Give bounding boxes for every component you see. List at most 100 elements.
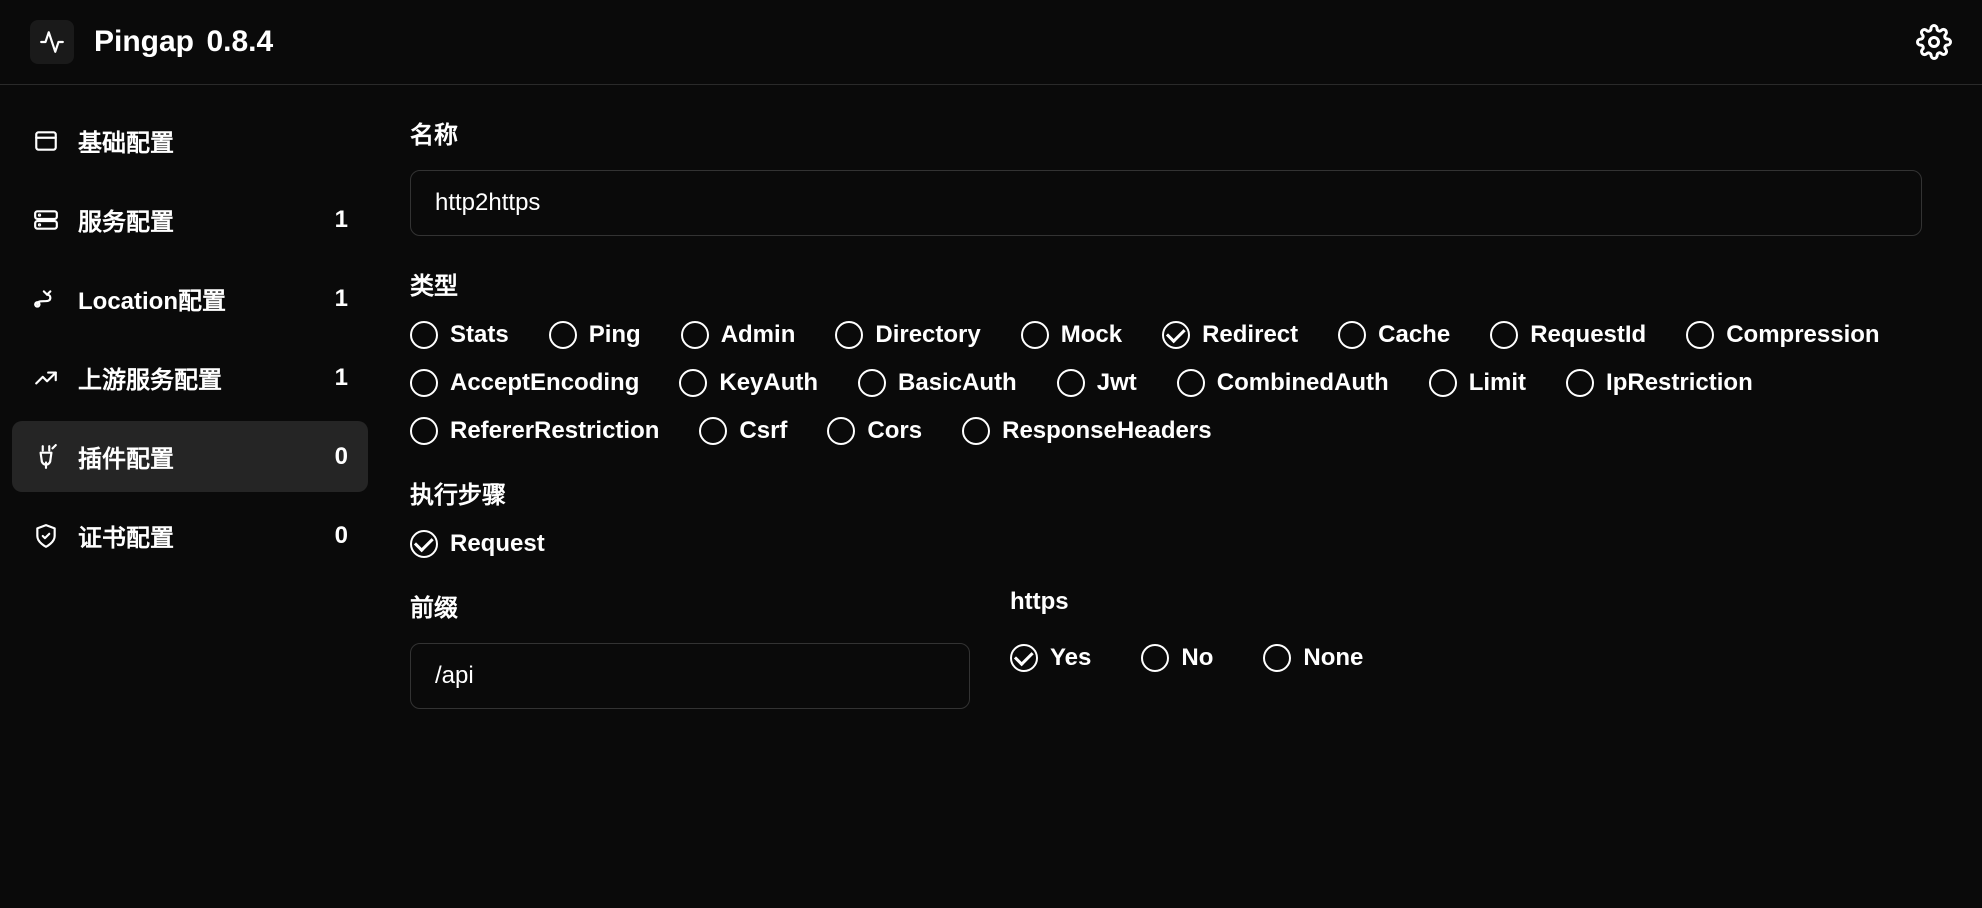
type-option[interactable]: Admin bbox=[681, 321, 796, 349]
sidebar-item-cert[interactable]: 证书配置 0 bbox=[12, 500, 368, 571]
activity-icon bbox=[39, 29, 65, 55]
radio-circle-icon bbox=[1263, 644, 1291, 672]
app-title-wrap: Pingap 0.8.4 bbox=[94, 25, 273, 59]
type-option-label: Jwt bbox=[1097, 369, 1137, 397]
type-option[interactable]: CombinedAuth bbox=[1177, 369, 1389, 397]
type-option[interactable]: Jwt bbox=[1057, 369, 1137, 397]
field-step: 执行步骤 Request bbox=[410, 475, 1922, 558]
radio-circle-icon bbox=[1429, 369, 1457, 397]
radio-circle-icon bbox=[1057, 369, 1085, 397]
type-option-label: IpRestriction bbox=[1606, 369, 1753, 397]
type-option-label: Stats bbox=[450, 321, 509, 349]
type-option-label: BasicAuth bbox=[898, 369, 1017, 397]
prefix-input[interactable] bbox=[410, 643, 970, 709]
sidebar-item-label: Location配置 bbox=[78, 281, 226, 316]
name-input[interactable] bbox=[410, 170, 1922, 236]
https-option-label: No bbox=[1181, 644, 1213, 672]
radio-circle-icon bbox=[1010, 644, 1038, 672]
type-option[interactable]: AcceptEncoding bbox=[410, 369, 639, 397]
type-option[interactable]: Cors bbox=[827, 417, 922, 445]
sidebar-item-label: 基础配置 bbox=[78, 123, 174, 158]
type-option-label: Cache bbox=[1378, 321, 1450, 349]
step-label: 执行步骤 bbox=[410, 475, 1922, 510]
https-option[interactable]: No bbox=[1141, 644, 1213, 672]
type-option[interactable]: Redirect bbox=[1162, 321, 1298, 349]
sidebar-item-label: 服务配置 bbox=[78, 202, 174, 237]
radio-circle-icon bbox=[858, 369, 886, 397]
header-left: Pingap 0.8.4 bbox=[30, 20, 273, 64]
type-option-label: KeyAuth bbox=[719, 369, 818, 397]
type-option[interactable]: ResponseHeaders bbox=[962, 417, 1211, 445]
radio-circle-icon bbox=[1162, 321, 1190, 349]
sidebar-item-service[interactable]: 服务配置 1 bbox=[12, 184, 368, 255]
type-option[interactable]: KeyAuth bbox=[679, 369, 818, 397]
radio-circle-icon bbox=[1177, 369, 1205, 397]
radio-circle-icon bbox=[827, 417, 855, 445]
type-option-label: Redirect bbox=[1202, 321, 1298, 349]
gear-icon bbox=[1916, 24, 1952, 60]
plug-icon bbox=[32, 443, 60, 471]
https-option[interactable]: Yes bbox=[1010, 644, 1091, 672]
type-option[interactable]: Directory bbox=[835, 321, 980, 349]
type-option-label: RequestId bbox=[1530, 321, 1646, 349]
https-label: https bbox=[1010, 588, 1922, 616]
type-label: 类型 bbox=[410, 266, 1922, 301]
type-option-label: Cors bbox=[867, 417, 922, 445]
radio-circle-icon bbox=[1566, 369, 1594, 397]
field-prefix: 前缀 bbox=[410, 588, 970, 709]
type-option[interactable]: RefererRestriction bbox=[410, 417, 659, 445]
radio-circle-icon bbox=[549, 321, 577, 349]
step-radio-group: Request bbox=[410, 530, 1922, 558]
sidebar-item-count: 1 bbox=[335, 206, 348, 234]
sidebar: 基础配置 服务配置 1 Location配置 1 bbox=[0, 85, 380, 905]
sidebar-item-count: 0 bbox=[335, 522, 348, 550]
radio-circle-icon bbox=[681, 321, 709, 349]
radio-circle-icon bbox=[962, 417, 990, 445]
app-logo bbox=[30, 20, 74, 64]
shield-icon bbox=[32, 522, 60, 550]
type-option-label: Directory bbox=[875, 321, 980, 349]
prefix-label: 前缀 bbox=[410, 588, 970, 623]
type-option[interactable]: BasicAuth bbox=[858, 369, 1017, 397]
sidebar-item-count: 1 bbox=[335, 285, 348, 313]
type-option[interactable]: IpRestriction bbox=[1566, 369, 1753, 397]
radio-circle-icon bbox=[699, 417, 727, 445]
sidebar-item-upstream[interactable]: 上游服务配置 1 bbox=[12, 342, 368, 413]
type-option-label: RefererRestriction bbox=[450, 417, 659, 445]
type-option-label: ResponseHeaders bbox=[1002, 417, 1211, 445]
radio-circle-icon bbox=[410, 530, 438, 558]
sidebar-item-label: 上游服务配置 bbox=[78, 360, 222, 395]
type-radio-group: Stats Ping Admin Directory Mock Redirect Cache… bbox=[410, 321, 1922, 445]
app-header: Pingap 0.8.4 bbox=[0, 0, 1982, 85]
main-content: 名称 类型 StatsPingAdminDirectoryMockRedirec… bbox=[380, 85, 1982, 905]
type-option[interactable]: Ping bbox=[549, 321, 641, 349]
field-type: 类型 Stats Ping Admin Directory Mock Redirect Ca… bbox=[410, 266, 1922, 445]
radio-circle-icon bbox=[1686, 321, 1714, 349]
server-icon bbox=[32, 206, 60, 234]
sidebar-item-basic[interactable]: 基础配置 bbox=[12, 105, 368, 176]
https-option[interactable]: None bbox=[1263, 644, 1363, 672]
type-option-label: Ping bbox=[589, 321, 641, 349]
radio-circle-icon bbox=[1021, 321, 1049, 349]
sidebar-item-location[interactable]: Location配置 1 bbox=[12, 263, 368, 334]
radio-circle-icon bbox=[1490, 321, 1518, 349]
radio-circle-icon bbox=[1141, 644, 1169, 672]
type-option[interactable]: Stats bbox=[410, 321, 509, 349]
type-option-label: Limit bbox=[1469, 369, 1526, 397]
type-option[interactable]: Csrf bbox=[699, 417, 787, 445]
sidebar-item-plugin[interactable]: 插件配置 0 bbox=[12, 421, 368, 492]
type-option[interactable]: RequestId bbox=[1490, 321, 1646, 349]
type-option[interactable]: Limit bbox=[1429, 369, 1526, 397]
sidebar-item-count: 1 bbox=[335, 364, 348, 392]
radio-circle-icon bbox=[410, 321, 438, 349]
step-option[interactable]: Request bbox=[410, 530, 545, 558]
radio-circle-icon bbox=[679, 369, 707, 397]
settings-button[interactable] bbox=[1916, 24, 1952, 60]
step-option-label: Request bbox=[450, 530, 545, 558]
type-option[interactable]: Cache bbox=[1338, 321, 1450, 349]
trend-icon bbox=[32, 364, 60, 392]
window-icon bbox=[32, 127, 60, 155]
sidebar-item-count: 0 bbox=[335, 443, 348, 471]
type-option[interactable]: Compression bbox=[1686, 321, 1879, 349]
type-option[interactable]: Mock bbox=[1021, 321, 1122, 349]
